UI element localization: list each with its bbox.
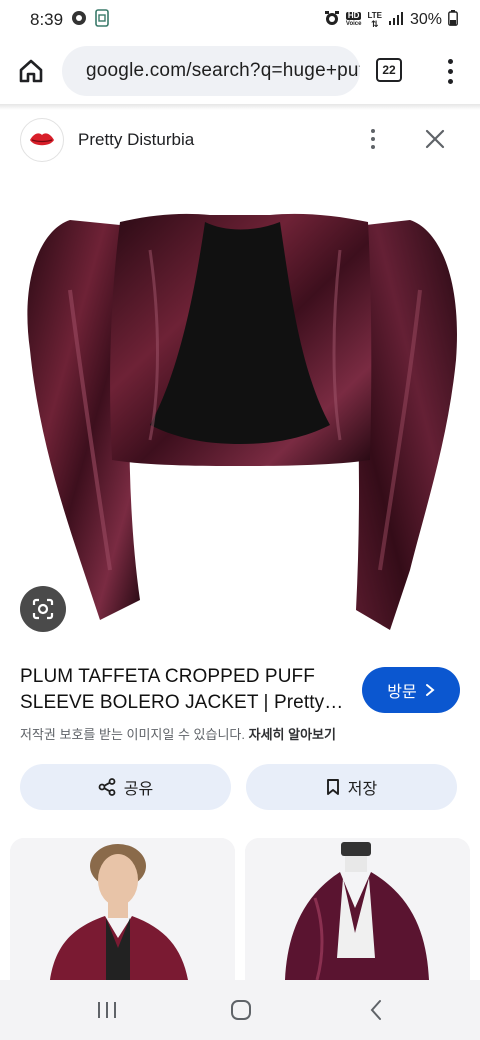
source-logo[interactable] [20,118,64,162]
result-title[interactable]: PLUM TAFFETA CROPPED PUFF SLEEVE BOLERO … [20,664,350,716]
google-lens-button[interactable] [20,586,66,632]
battery-icon [448,9,458,31]
more-options-button[interactable] [362,124,384,154]
home-circle-icon [231,1000,251,1020]
url-text[interactable]: google.com/search?q=huge+puff+sleeve+bol… [86,60,360,82]
share-button[interactable]: 공유 [20,764,231,810]
recents-button[interactable] [77,980,137,1040]
close-icon [425,129,445,149]
share-label: 공유 [123,781,154,798]
share-icon [98,778,116,796]
menu-dot [371,129,375,133]
alarm-icon [324,10,340,31]
visit-label: 방문 [387,684,417,701]
aperture-icon [71,10,87,31]
lips-icon [30,133,54,146]
mannequin-jacket-thumbnail [245,838,470,980]
back-icon [370,1000,381,1020]
system-nav-bar [0,980,480,1040]
lte-icon: LTE ⇅ [367,11,382,29]
recents-icon [98,1002,116,1018]
related-image[interactable] [245,838,470,980]
home-button[interactable] [14,54,48,88]
menu-dot [447,58,453,64]
save-button[interactable]: 저장 [246,764,457,810]
home-icon [19,59,43,83]
source-header: Pretty Disturbia [0,110,480,170]
hd-voice-icon: HD Voice [345,11,362,28]
result-image[interactable] [0,170,480,650]
hd-badge: HD [345,11,362,20]
menu-dot [371,145,375,149]
copyright-notice: 저작권 보호를 받는 이미지일 수 있습니다. 자세히 알아보기 [20,724,336,743]
battery-percent: 30% [409,11,442,28]
tab-switcher-button[interactable]: 22 [376,58,402,82]
visit-button[interactable]: 방문 [362,667,460,713]
model-jacket-thumbnail [10,838,235,980]
menu-dot [371,137,375,141]
home-nav-button[interactable] [211,980,271,1040]
copyright-text: 저작권 보호를 받는 이미지일 수 있습니다. [20,727,245,742]
close-button[interactable] [420,124,450,154]
bolero-jacket-image [27,213,457,630]
chevron-right-icon [425,684,435,696]
address-bar[interactable]: google.com/search?q=huge+puff+sleeve+bol… [62,46,360,96]
menu-dot [447,68,453,74]
status-bar: 8:39 HD Voice LTE ⇅ 30% [0,0,480,40]
sim-icon [95,8,109,32]
signal-icon [388,11,404,30]
learn-more-link[interactable]: 자세히 알아보기 [249,727,336,742]
source-name[interactable]: Pretty Disturbia [78,130,194,150]
voice-badge: Voice [345,21,362,27]
lens-icon [32,598,54,620]
menu-dot [447,78,453,84]
browser-menu-button[interactable] [440,54,460,88]
save-label: 저장 [347,781,378,798]
clock: 8:39 [30,10,64,29]
back-button[interactable] [346,980,406,1040]
related-image[interactable] [10,838,235,980]
bookmark-icon [326,779,339,795]
browser-toolbar: google.com/search?q=huge+puff+sleeve+bol… [0,40,480,104]
